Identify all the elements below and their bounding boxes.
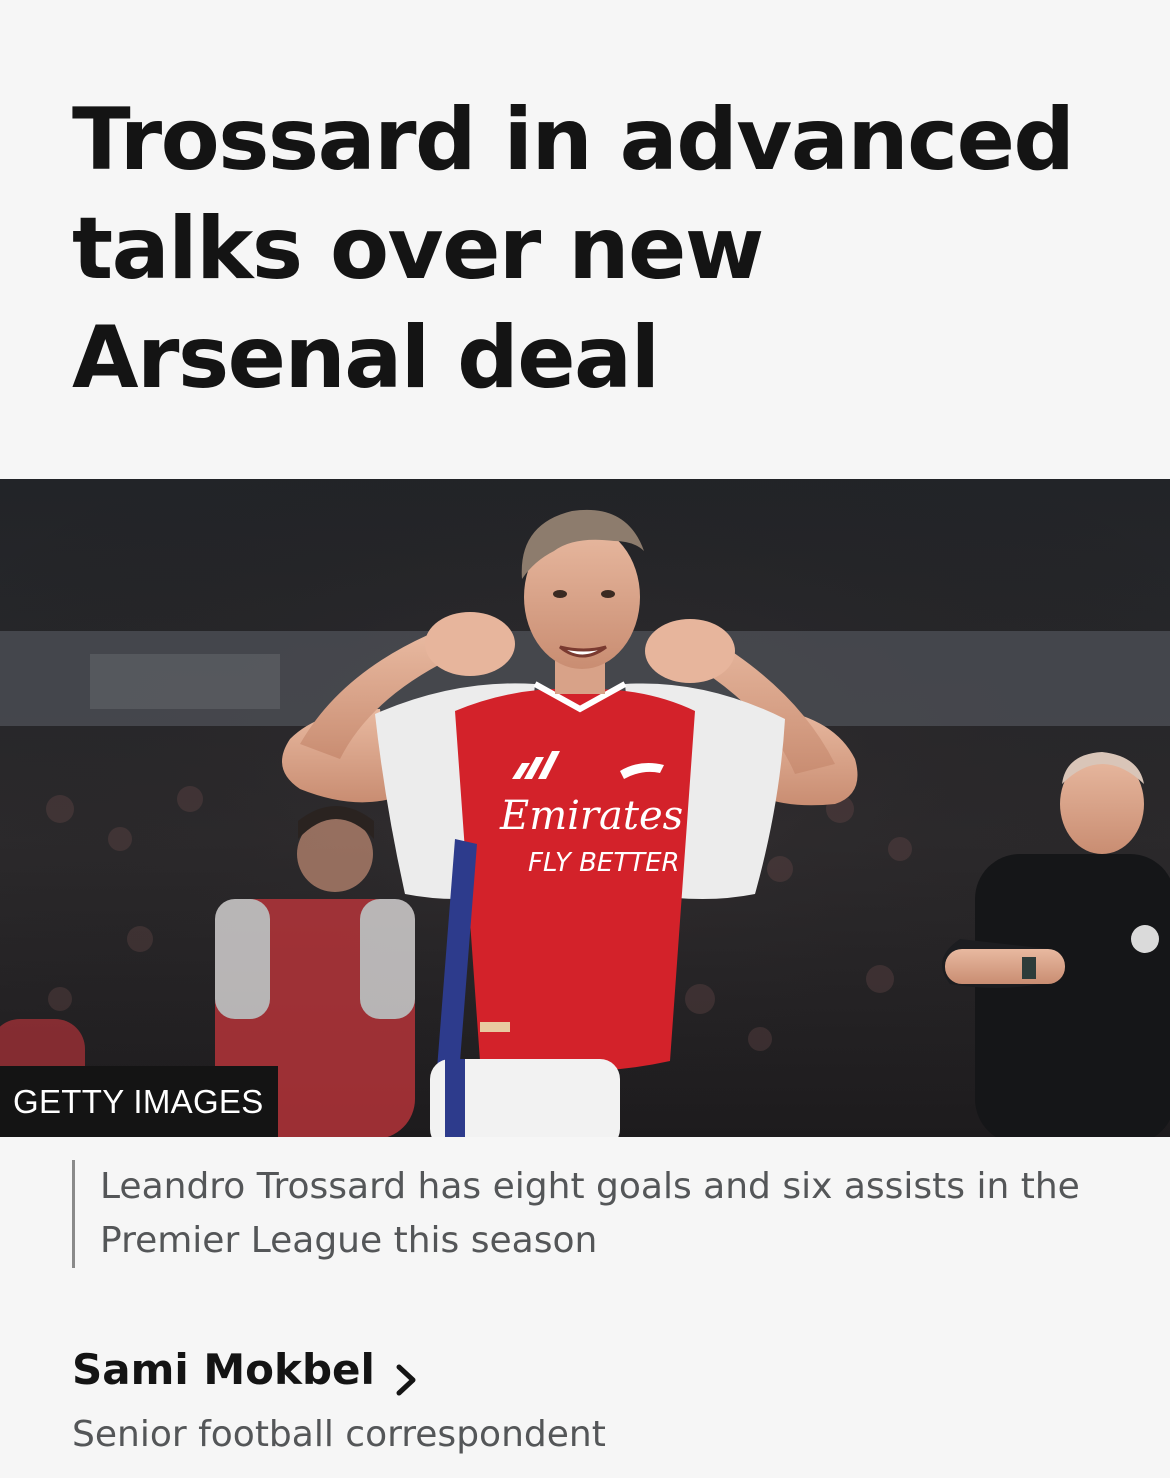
author-name: Sami Mokbel [72, 1345, 375, 1394]
author-role: Senior football correspondent [72, 1414, 606, 1455]
image-caption: Leandro Trossard has eight goals and six… [72, 1160, 1120, 1268]
image-credit-label: GETTY IMAGES [0, 1066, 278, 1137]
shirt-sponsor-tagline: FLY BETTER [528, 848, 680, 878]
player-celebration-photo: Emirates FLY BETTER [0, 479, 1170, 1137]
article-page: Trossard in advanced talks over new Arse… [0, 0, 1170, 1478]
chevron-right-icon [393, 1353, 419, 1396]
article-hero-image[interactable]: Emirates FLY BETTER GETTY IMAGES [0, 479, 1170, 1137]
shirt-sponsor-text: Emirates [499, 793, 683, 839]
article-headline: Trossard in advanced talks over new Arse… [72, 90, 1075, 408]
author-link[interactable]: Sami Mokbel [72, 1340, 419, 1400]
